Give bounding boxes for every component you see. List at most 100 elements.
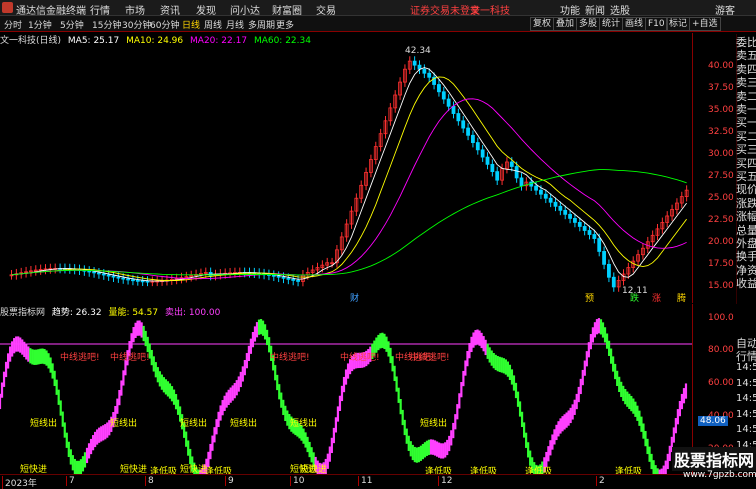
time-axis: 2023年 7 8 9 10 11 12 2 (0, 474, 756, 489)
candle-body (271, 274, 276, 277)
candle-body (582, 226, 587, 231)
indicator-background (0, 304, 692, 474)
quote-field-label: 收益 (736, 277, 756, 291)
candlestick-chart[interactable]: 42.3412.11财预跌涨腾 (0, 33, 692, 303)
event-marker: 腾 (677, 292, 686, 303)
security-name-top: 文一科技 (470, 6, 510, 17)
price-tick: 27.50 (708, 171, 734, 181)
quote-field-label: 委比 (736, 36, 756, 49)
candle-body (446, 98, 451, 107)
signal-label-bottom: 逢低吸 (525, 465, 552, 474)
candle-body (597, 238, 602, 252)
signal-label-buy: 短快进 (180, 463, 207, 474)
menu-newsfeed[interactable]: 新闻 (585, 2, 605, 17)
candle-body (286, 277, 291, 280)
fq-button[interactable]: 复权 (530, 17, 555, 31)
multi-stock-button[interactable]: 多股 (576, 17, 601, 31)
quote-field-label: 卖五 (736, 49, 756, 63)
period-5min[interactable]: 5分钟 (60, 18, 84, 31)
candle-body (573, 217, 577, 223)
add-watchlist-button[interactable]: +自选 (689, 17, 721, 31)
indicator-trend: 趋势: 26.32 (51, 308, 102, 318)
tick-time: 14:50 (736, 362, 756, 373)
period-60min[interactable]: 60分钟 (150, 18, 179, 31)
event-marker: 财 (350, 292, 359, 303)
menu-wealth[interactable]: 财富圈 (272, 2, 302, 17)
indicator-sell: 卖出: 100.00 (164, 308, 221, 318)
price-tick: 40.00 (708, 61, 734, 71)
candle-body (534, 185, 538, 191)
candle-body (563, 209, 568, 215)
signal-label-buy: 短快进 (120, 463, 147, 474)
candle-body (490, 163, 495, 173)
candle-body (145, 280, 150, 283)
quote-field-label: 买二 (736, 129, 756, 143)
period-more[interactable]: 更多 (276, 18, 294, 31)
period-weekly[interactable]: 周线 (204, 18, 222, 31)
price-tick: 30.00 (708, 149, 734, 159)
period-multi[interactable]: 多周期 (248, 18, 275, 31)
indicator-tick: 80.00 (708, 345, 734, 355)
candle-body (116, 276, 121, 279)
period-monthly[interactable]: 月线 (226, 18, 244, 31)
chart-background (0, 33, 692, 303)
menu-stock-pick[interactable]: 选股 (610, 2, 630, 17)
indicator-chart[interactable]: 中线逃吧! 中线逃吧! 中线逃吧! 中线逃吧! 中线逃吧!中线逃吧!短线出 短线出 短线出短… (0, 304, 692, 474)
user-guest[interactable]: 游客 (715, 2, 735, 17)
candle-body (140, 280, 145, 283)
period-30min[interactable]: 30分钟 (122, 18, 151, 31)
candle-body (553, 201, 558, 207)
signal-label-bottom: 逢低吸 (425, 465, 452, 474)
signal-label-sell: 短线出 (230, 417, 257, 429)
title-bar (0, 0, 756, 16)
signal-label-bottom: 逢低吸 (150, 465, 177, 474)
menu-discover[interactable]: 发现 (196, 2, 216, 17)
menu-ask[interactable]: 问小达 (230, 2, 260, 17)
app-logo-icon (2, 2, 13, 13)
signal-label-buy: 短快进 (20, 463, 47, 474)
draw-button[interactable]: 画线 (622, 17, 647, 31)
f10-button[interactable]: F10 (645, 17, 668, 31)
quote-field-label: 净资 (736, 263, 756, 277)
mark-button[interactable]: 标记 (666, 17, 691, 31)
period-1min[interactable]: 1分钟 (28, 18, 52, 31)
period-daily[interactable]: 日线 (182, 18, 200, 31)
ma60-label: MA60: 22.34 (253, 36, 311, 46)
menu-quotes[interactable]: 行情 (90, 2, 110, 17)
price-tick: 25.00 (708, 193, 734, 203)
overlay-button[interactable]: 叠加 (553, 17, 578, 31)
candle-body (276, 275, 281, 278)
period-timeshare[interactable]: 分时 (4, 18, 22, 31)
quote-field-label: 卖四 (736, 62, 756, 76)
menu-trade[interactable]: 交易 (316, 2, 336, 17)
candle-body (509, 161, 514, 167)
tick-time: 14:50 (736, 393, 756, 404)
menu-function[interactable]: 功能 (560, 2, 580, 17)
signal-label-top: 中线逃吧! (60, 351, 100, 363)
candle-body (466, 127, 470, 136)
quote-field-label: 卖二 (736, 89, 756, 103)
quote-field-label: 现价 (736, 183, 756, 197)
quote-field-label: 买一 (736, 116, 756, 130)
menu-market[interactable]: 市场 (125, 2, 145, 17)
candle-body (611, 276, 616, 288)
signal-label-sell: 短线出 (30, 417, 57, 429)
menu-news[interactable]: 资讯 (160, 2, 180, 17)
candle-body (121, 277, 126, 280)
indicator-volume: 量能: 54.57 (108, 308, 159, 318)
candle-body (281, 276, 286, 279)
ma5-label: MA5: 25.17 (67, 36, 120, 46)
candle-body (106, 274, 111, 277)
signal-label-bottom: 逢低吸 (615, 465, 642, 474)
price-tick: 15.00 (708, 281, 734, 291)
candle-body (475, 142, 480, 151)
period-15min[interactable]: 15分钟 (92, 18, 121, 31)
quote-field-label: 卖一 (736, 103, 756, 116)
indicator-tick: 60.00 (708, 378, 734, 388)
quote-field-label: 换手 (736, 250, 756, 264)
stats-button[interactable]: 统计 (599, 17, 624, 31)
candle-body (412, 60, 417, 66)
candle-body (296, 280, 300, 282)
signal-label-sell: 短线出 (180, 417, 207, 429)
time-axis-label: 10 (290, 476, 304, 486)
